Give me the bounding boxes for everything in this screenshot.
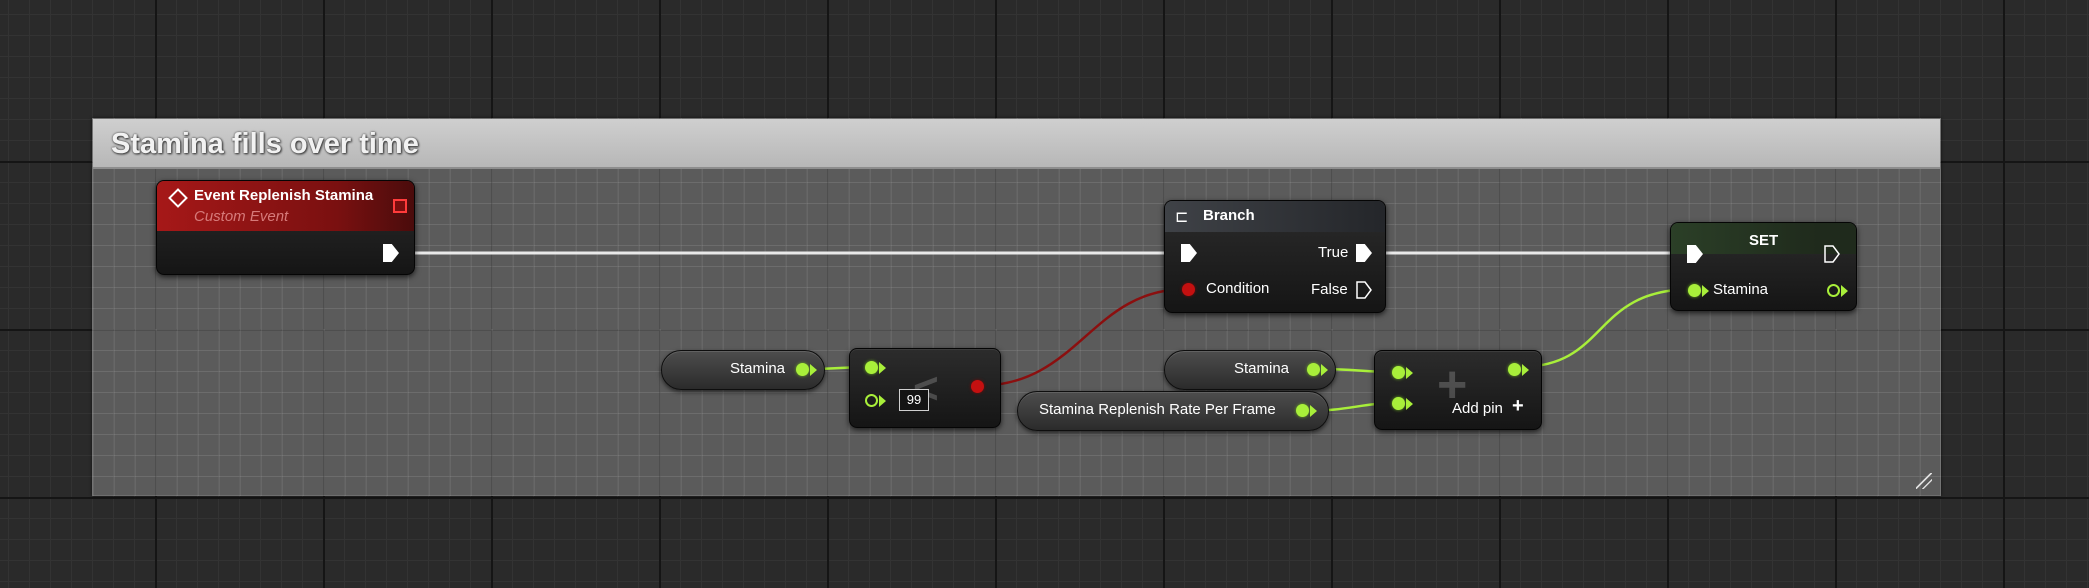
less-than-compare-node[interactable]: < 99: [849, 348, 1001, 428]
add-float-node[interactable]: + Add pin +: [1374, 350, 1542, 430]
event-node-replenish-stamina[interactable]: Event Replenish Stamina Custom Event: [156, 180, 415, 275]
condition-pin-icon[interactable]: [1182, 283, 1195, 296]
replenish-rate-getter-label: Stamina Replenish Rate Per Frame: [1039, 401, 1276, 418]
compare-a-arrow-icon: [879, 362, 886, 374]
branch-node-title: Branch: [1203, 207, 1255, 224]
branch-node-header: [1165, 201, 1385, 232]
bool-wire-compare-to-condition[interactable]: [976, 287, 1188, 388]
add-b-arrow-icon: [1406, 398, 1413, 410]
replenish-rate-out-arrow-icon: [1310, 405, 1317, 417]
false-exec-pin-icon[interactable]: [1356, 281, 1372, 299]
set-exec-out-pin-icon[interactable]: [1824, 245, 1840, 263]
event-node-title: Event Replenish Stamina: [194, 187, 374, 204]
false-pin-label: False: [1311, 281, 1348, 298]
set-stamina-out-arrow-icon: [1841, 285, 1848, 297]
add-pin-plus-icon[interactable]: +: [1512, 395, 1524, 418]
stamina-getter-node-2[interactable]: Stamina: [1164, 350, 1336, 390]
branch-node[interactable]: ⊏ Branch True Condition False: [1164, 200, 1386, 313]
condition-pin-label: Condition: [1206, 280, 1270, 297]
stamina-getter-2-out-arrow-icon: [1321, 364, 1328, 376]
replenish-rate-getter-node[interactable]: Stamina Replenish Rate Per Frame: [1017, 391, 1329, 431]
stamina-getter-2-out-pin-icon[interactable]: [1307, 363, 1320, 376]
compare-a-pin-icon[interactable]: [865, 361, 878, 374]
stamina-getter-label: Stamina: [730, 360, 786, 377]
true-pin-label: True: [1318, 244, 1349, 261]
event-delegate-pin-icon[interactable]: [393, 199, 407, 213]
set-stamina-label: Stamina: [1713, 281, 1769, 298]
add-result-pin-icon[interactable]: [1508, 363, 1521, 376]
exec-in-pin-icon[interactable]: [1181, 244, 1197, 262]
add-pin-label[interactable]: Add pin: [1452, 400, 1503, 417]
event-node-subtitle: Custom Event: [194, 208, 289, 225]
compare-result-pin-icon[interactable]: [971, 380, 984, 393]
add-result-arrow-icon: [1522, 364, 1529, 376]
compare-b-arrow-icon: [879, 395, 886, 407]
add-b-pin-icon[interactable]: [1392, 397, 1405, 410]
stamina-getter-out-arrow-icon: [810, 364, 817, 376]
compare-literal-input[interactable]: 99: [899, 389, 929, 411]
stamina-getter-2-label: Stamina: [1234, 360, 1290, 377]
float-wire-add-to-set[interactable]: [1518, 287, 1695, 369]
compare-b-pin-icon[interactable]: [865, 394, 878, 407]
add-a-pin-icon[interactable]: [1392, 366, 1405, 379]
add-a-arrow-icon: [1406, 367, 1413, 379]
stamina-getter-out-pin-icon[interactable]: [796, 363, 809, 376]
true-exec-pin-icon[interactable]: [1356, 244, 1372, 262]
branch-icon: ⊏: [1175, 209, 1189, 226]
set-stamina-in-pin-icon[interactable]: [1688, 284, 1701, 297]
stamina-getter-node[interactable]: Stamina: [661, 350, 825, 390]
set-stamina-out-pin-icon[interactable]: [1827, 284, 1840, 297]
exec-out-pin-icon[interactable]: [383, 244, 399, 262]
set-node-title: SET: [1749, 232, 1779, 249]
replenish-rate-out-pin-icon[interactable]: [1296, 404, 1309, 417]
set-stamina-node[interactable]: SET Stamina: [1670, 222, 1857, 311]
set-stamina-in-arrow-icon: [1702, 285, 1709, 297]
